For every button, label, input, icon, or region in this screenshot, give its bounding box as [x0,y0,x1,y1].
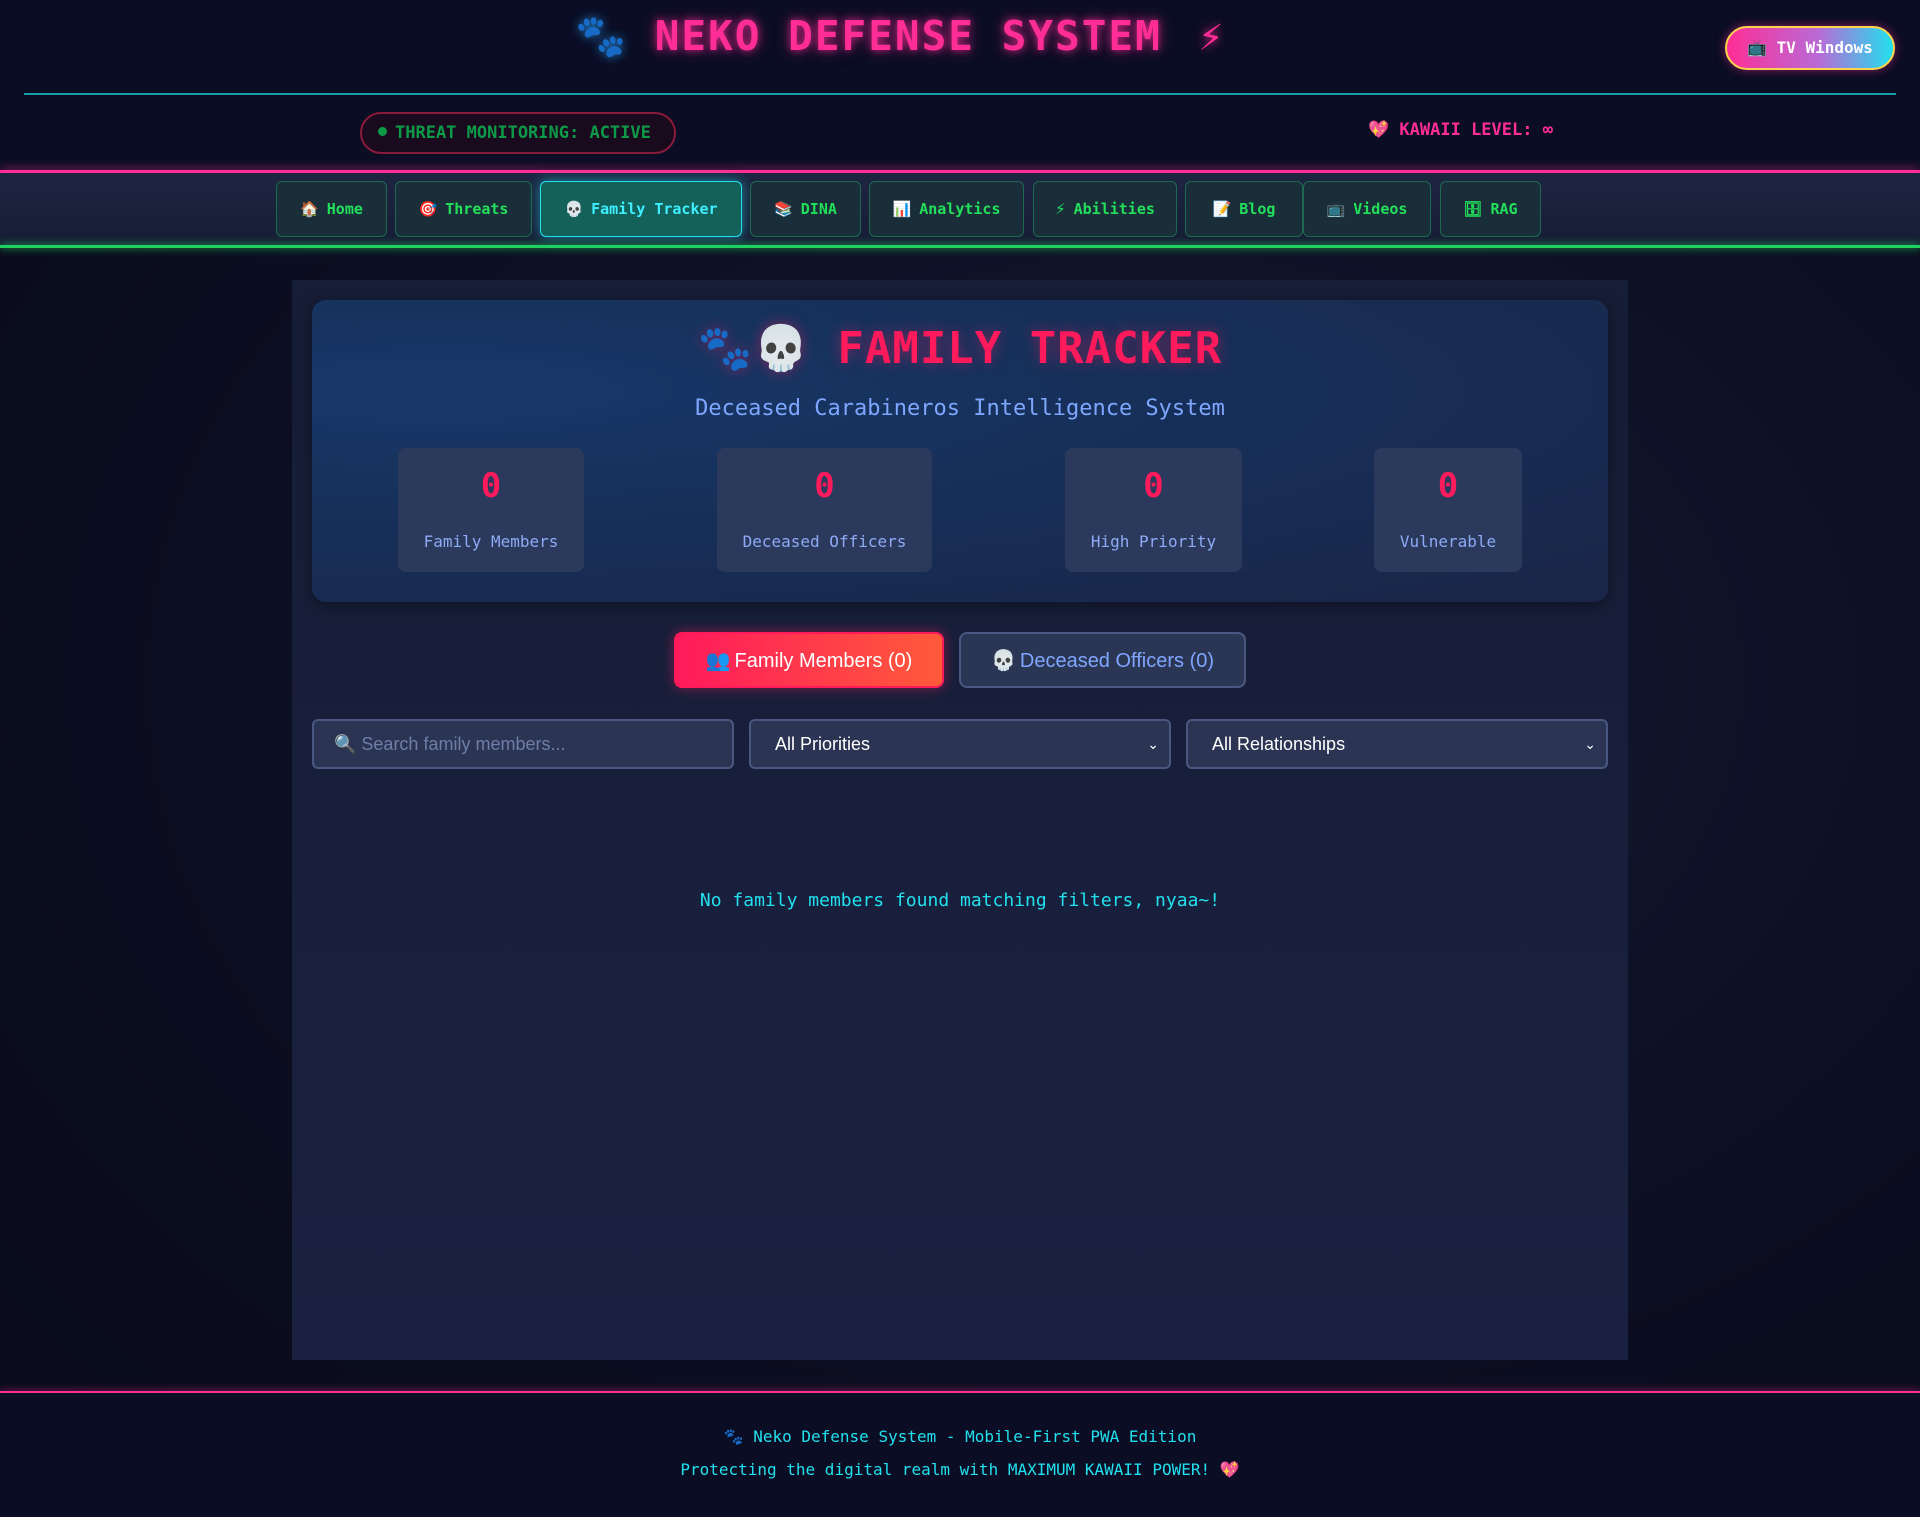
family-tracker-hero: 🐾💀 FAMILY TRACKER Deceased Carabineros In… [312,300,1608,602]
app-title-text: NEKO DEFENSE SYSTEM [654,12,1162,60]
chevron-down-icon: ⌄ [1147,736,1159,752]
tab-family-members[interactable]: 👥 Family Members (0) [674,632,944,688]
stat-value: 0 [480,466,502,506]
stat-deceased-officers: 0 Deceased Officers [717,448,932,572]
footer-line-1: 🐾 Neko Defense System - Mobile-First PWA… [0,1427,1920,1446]
nav-item-label: RAG [1490,200,1518,218]
nav-item-label: Abilities [1073,200,1155,218]
search-input[interactable] [312,719,734,769]
status-dot-icon [378,126,387,136]
tab-label: Deceased Officers (0) [1019,650,1215,672]
paw-icon: 🐾 [723,1427,744,1446]
nav-item-label: Analytics [919,200,1001,218]
stat-value: 0 [1437,466,1459,506]
empty-state-message: No family members found matching filters… [699,890,1221,911]
stat-label: Deceased Officers [742,532,907,551]
nav-item-label: Threats [445,200,509,218]
nav-item-threats[interactable]: 🎯 Threats [395,181,532,237]
tv-windows-label: TV Windows [1776,38,1873,57]
nav-item-videos[interactable]: 📺 Videos [1303,181,1431,237]
people-icon: 👥 [705,648,731,672]
nav-item-label: Blog [1239,200,1276,218]
priority-select[interactable]: All Priorities ⌄ [749,719,1171,769]
chevron-down-icon: ⌄ [1584,736,1596,752]
memo-icon: 📝 [1212,200,1232,218]
nav-item-rag[interactable]: 🗄 RAG [1440,181,1541,237]
page-title-text: FAMILY TRACKER [837,323,1223,374]
nav-item-family-tracker[interactable]: 💀 Family Tracker [540,181,742,237]
file-cabinet-icon: 🗄 [1463,200,1483,218]
nav-item-label: Videos [1353,200,1408,218]
books-icon: 📚 [774,200,793,218]
tab-deceased-officers[interactable]: 💀 Deceased Officers (0) [959,632,1246,688]
paw-skull-icon: 🐾💀 [697,323,810,374]
app-footer: 🐾 Neko Defense System - Mobile-First PWA… [0,1393,1920,1517]
footer-line-2: Protecting the digital realm with MAXIMU… [0,1460,1920,1479]
stat-family-members: 0 Family Members [398,448,584,572]
nav-item-label: Family Tracker [591,200,718,218]
nav-item-label: DINA [800,200,837,218]
relationship-select-value: All Relationships [1212,734,1346,754]
main-nav: 🏠 Home 🎯 Threats 💀 Family Tracker 📚 DINA 📊 An… [0,173,1920,245]
nav-item-abilities[interactable]: ⚡ Abilities [1033,181,1177,237]
lightning-icon: ⚡ [1055,200,1066,218]
nav-item-blog[interactable]: 📝 Blog [1185,181,1303,237]
heart-icon: 💖 [1368,120,1390,140]
footer-line-1-text: Neko Defense System - Mobile-First PWA E… [753,1427,1197,1446]
tv-windows-button[interactable]: 📺 TV Windows [1725,26,1895,70]
stat-value: 0 [814,466,835,506]
target-icon: 🎯 [418,200,438,218]
threat-status-text: THREAT MONITORING: ACTIVE [395,123,651,143]
nav-item-analytics[interactable]: 📊 Analytics [869,181,1024,237]
skull-icon: 💀 [564,200,584,218]
priority-select-value: All Priorities [775,734,871,754]
tv-icon: 📺 [1747,38,1767,57]
home-icon: 🏠 [300,200,319,218]
page-subtitle: Deceased Carabineros Intelligence System [695,396,1225,421]
paw-icon: 🐾 [575,12,629,60]
heart-icon: 💖 [1219,1460,1240,1479]
stat-label: High Priority [1090,532,1217,551]
threat-status-badge: THREAT MONITORING: ACTIVE [360,112,676,154]
nav-bottom-border [0,245,1920,248]
chart-icon: 📊 [892,200,912,218]
stat-label: Family Members [423,532,559,551]
nav-item-dina[interactable]: 📚 DINA [750,181,861,237]
stat-value: 0 [1143,466,1164,506]
kawaii-level: 💖 KAWAII LEVEL: ∞ [1368,120,1553,140]
tv-icon: 📺 [1326,200,1346,218]
nav-item-home[interactable]: 🏠 Home [276,181,387,237]
stat-vulnerable: 0 Vulnerable [1374,448,1522,572]
kawaii-level-text: KAWAII LEVEL: ∞ [1399,120,1553,140]
skull-icon: 💀 [990,648,1016,672]
app-header: 🐾 NEKO DEFENSE SYSTEM ⚡ 📺 TV Windows THR… [0,0,1920,172]
footer-line-2-text: Protecting the digital realm with MAXIMU… [680,1460,1211,1479]
header-divider [24,93,1896,95]
stat-high-priority: 0 High Priority [1065,448,1242,572]
nav-item-label: Home [326,200,363,218]
tab-label: Family Members (0) [734,650,913,672]
page-title: 🐾💀 FAMILY TRACKER [312,322,1608,374]
relationship-select[interactable]: All Relationships ⌄ [1186,719,1608,769]
stat-label: Vulnerable [1399,532,1497,551]
app-title: 🐾 NEKO DEFENSE SYSTEM ⚡ [575,12,1225,61]
lightning-icon: ⚡ [1198,12,1226,60]
